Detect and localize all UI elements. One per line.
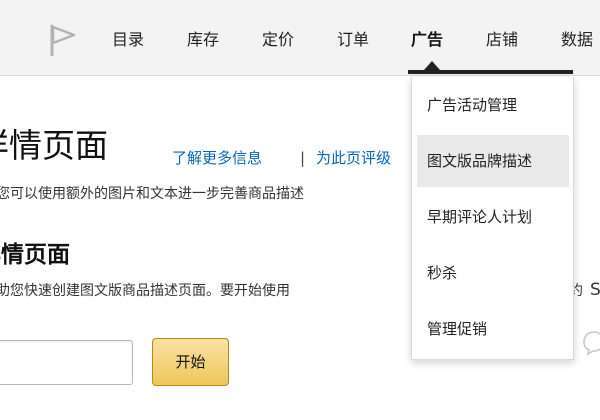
advertising-dropdown-menu: 广告活动管理 图文版品牌描述 早期评论人计划 秒杀 管理促销 <box>411 77 574 360</box>
page-description: 您可以使用额外的图片和文本进一步完善商品描述 <box>0 186 304 202</box>
page-title: 详情页面 <box>0 126 108 165</box>
nav-tab-catalog[interactable]: 目录 <box>112 30 144 50</box>
nav-tab-advertising[interactable]: 广告 <box>411 30 443 50</box>
text-input[interactable] <box>0 340 133 385</box>
flag-icon[interactable] <box>47 24 77 56</box>
menu-item-manage-promotions[interactable]: 管理促销 <box>417 303 569 355</box>
section-description: 助您快速创建图文版商品描述页面。要开始使用 <box>0 283 290 299</box>
nav-tab-reports[interactable]: 数据 <box>561 30 593 50</box>
nav-tab-inventory[interactable]: 库存 <box>187 30 219 50</box>
nav-tab-pricing[interactable]: 定价 <box>262 30 294 50</box>
menu-item-early-reviewer-program[interactable]: 早期评论人计划 <box>417 191 569 243</box>
menu-item-enhanced-brand-content[interactable]: 图文版品牌描述 <box>417 135 569 187</box>
start-button[interactable]: 开始 <box>152 338 229 386</box>
link-separator: | <box>300 149 306 167</box>
rate-page-link[interactable]: 为此页评级 <box>316 148 391 168</box>
active-tab-caret <box>424 61 440 70</box>
learn-more-link[interactable]: 了解更多信息 <box>172 148 262 168</box>
chat-bubble-icon[interactable] <box>582 330 600 356</box>
section-description-tail-letter: S <box>590 280 600 300</box>
active-tab-underline <box>408 70 573 74</box>
menu-item-lightning-deals[interactable]: 秒杀 <box>417 247 569 299</box>
menu-item-campaign-manager[interactable]: 广告活动管理 <box>417 79 569 131</box>
nav-tab-stores[interactable]: 店铺 <box>486 30 518 50</box>
top-navigation-bar: 目录 库存 定价 订单 广告 店铺 数据 <box>0 0 600 76</box>
section-title: 详情页面 <box>0 242 70 268</box>
nav-tab-orders[interactable]: 订单 <box>337 30 369 50</box>
